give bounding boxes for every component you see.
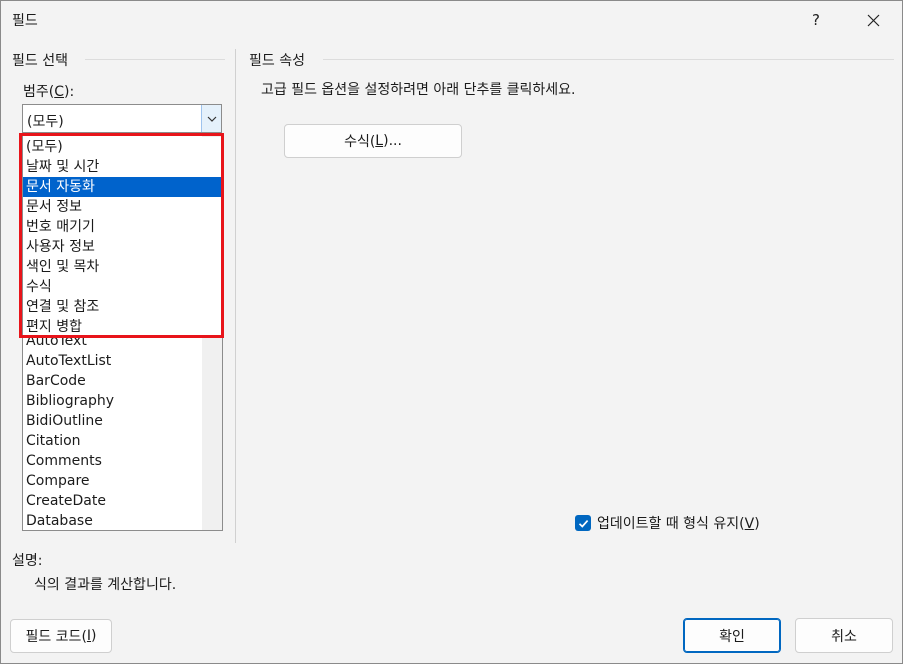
right-section-divider: [323, 59, 894, 60]
field-select-section-title: 필드 선택: [12, 53, 68, 69]
field-codes-button[interactable]: 필드 코드(I): [10, 619, 112, 653]
list-item[interactable]: Bibliography: [23, 391, 201, 411]
description-text: 식의 결과를 계산합니다.: [34, 577, 177, 593]
list-item[interactable]: CreateDate: [23, 491, 201, 511]
dropdown-item[interactable]: 연결 및 참조: [23, 297, 221, 317]
chevron-down-icon: [207, 116, 216, 122]
advanced-options-text: 고급 필드 옵션을 설정하려면 아래 단추를 클릭하세요.: [261, 82, 576, 98]
dropdown-item-selected[interactable]: 문서 자동화: [23, 177, 221, 197]
combobox-dropdown-button[interactable]: [201, 105, 221, 132]
list-item[interactable]: Citation: [23, 431, 201, 451]
category-combobox[interactable]: (모두): [22, 104, 222, 133]
description-label: 설명:: [12, 553, 43, 569]
formula-button[interactable]: 수식(L)...: [284, 124, 462, 158]
dropdown-item[interactable]: 번호 매기기: [23, 217, 221, 237]
list-item[interactable]: BarCode: [23, 371, 201, 391]
checkmark-icon: [578, 519, 588, 528]
preserve-formatting-option[interactable]: 업데이트할 때 형식 유지(V): [575, 513, 760, 533]
section-vertical-divider: [235, 49, 236, 543]
cancel-button[interactable]: 취소: [795, 618, 893, 653]
dropdown-item[interactable]: 수식: [23, 277, 221, 297]
close-icon: [867, 14, 879, 26]
preserve-formatting-label: 업데이트할 때 형식 유지(V): [597, 516, 760, 532]
dropdown-item[interactable]: 색인 및 목차: [23, 257, 221, 277]
dropdown-item[interactable]: 날짜 및 시간: [23, 157, 221, 177]
help-button[interactable]: ?: [793, 1, 839, 39]
title-bar: 필드 ?: [1, 1, 902, 39]
category-combobox-value: (모두): [27, 114, 64, 130]
dropdown-item[interactable]: 문서 정보: [23, 197, 221, 217]
list-item[interactable]: AutoTextList: [23, 351, 201, 371]
preserve-formatting-checkbox[interactable]: [575, 515, 591, 531]
category-dropdown-list: (모두) 날짜 및 시간 문서 자동화 문서 정보 번호 매기기 사용자 정보 …: [23, 137, 221, 337]
dropdown-item[interactable]: (모두): [23, 137, 221, 157]
dialog-title: 필드: [12, 13, 38, 29]
left-section-divider: [85, 59, 225, 60]
category-label: 범주(C):: [23, 84, 75, 100]
dropdown-item[interactable]: 편지 병합: [23, 317, 221, 337]
close-button[interactable]: [850, 1, 896, 39]
list-item[interactable]: Database: [23, 511, 201, 531]
list-item[interactable]: Comments: [23, 451, 201, 471]
field-properties-section-title: 필드 속성: [249, 53, 305, 69]
field-dialog: 필드 ? 필드 선택 범주(C): AutoText AutoTextList …: [0, 0, 903, 664]
list-item[interactable]: BidiOutline: [23, 411, 201, 431]
ok-button[interactable]: 확인: [683, 618, 781, 653]
list-item[interactable]: Compare: [23, 471, 201, 491]
field-names-items: AutoText AutoTextList BarCode Bibliograp…: [23, 331, 201, 531]
dropdown-item[interactable]: 사용자 정보: [23, 237, 221, 257]
